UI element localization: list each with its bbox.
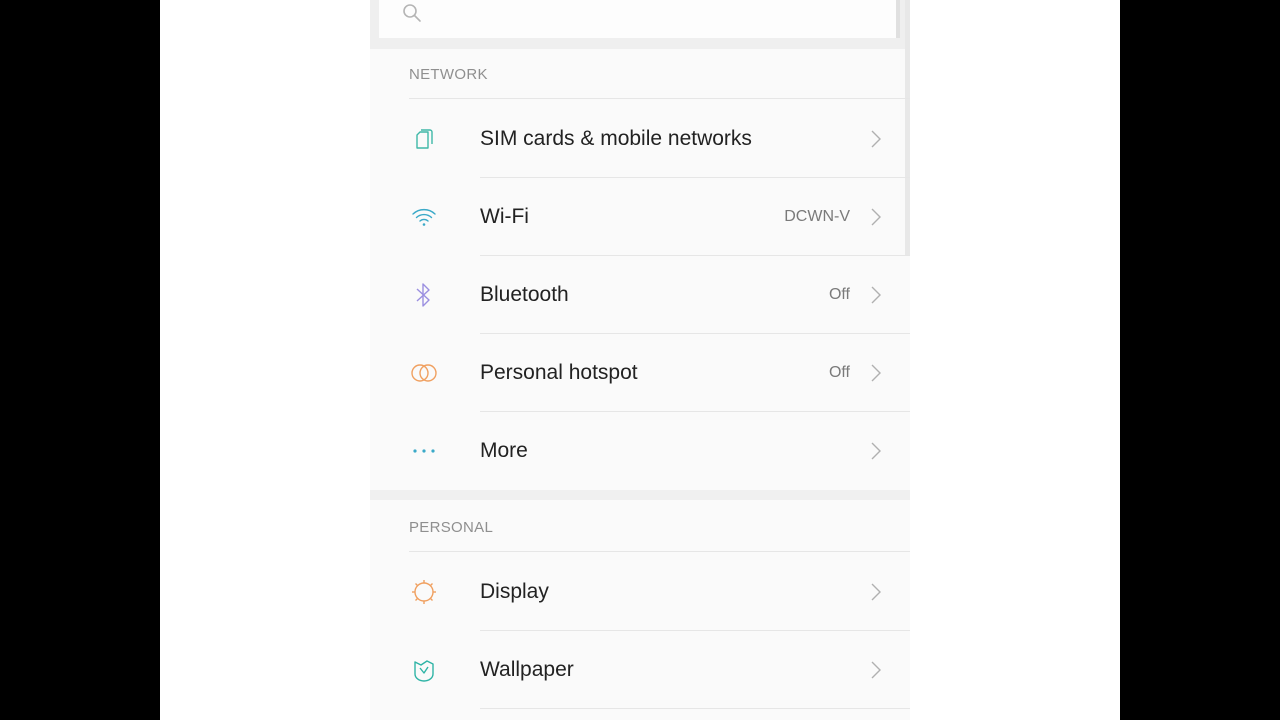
settings-item-sim-cards[interactable]: SIM cards & mobile networks: [370, 100, 910, 178]
settings-item-wallpaper[interactable]: Wallpaper: [370, 631, 910, 709]
section-divider: [409, 98, 910, 99]
item-label: Personal hotspot: [480, 361, 638, 384]
more-dots-icon: [410, 439, 438, 463]
chevron-right-icon: [871, 286, 881, 304]
wifi-icon: [410, 205, 438, 229]
wifi-network-name: DCWN-V: [784, 208, 850, 225]
item-label: Display: [480, 580, 549, 603]
settings-screen: NETWORK SIM cards & mobile networks Wi-F…: [370, 0, 910, 720]
chevron-right-icon: [871, 442, 881, 460]
bluetooth-status: Off: [828, 286, 850, 303]
chevron-right-icon: [871, 583, 881, 601]
section-divider: [409, 551, 910, 552]
item-label: Wi-Fi: [480, 205, 529, 228]
search-icon: [403, 4, 421, 22]
section-header-network: NETWORK: [409, 66, 488, 83]
item-label: SIM cards & mobile networks: [480, 127, 752, 150]
hotspot-status: Off: [828, 364, 850, 381]
settings-item-display[interactable]: Display: [370, 553, 910, 631]
row-divider: [480, 708, 910, 709]
hotspot-icon: [410, 361, 438, 385]
chevron-right-icon: [871, 364, 881, 382]
item-label: More: [480, 439, 528, 462]
settings-item-bluetooth[interactable]: Bluetooth Off: [370, 256, 910, 334]
display-icon: [410, 580, 438, 604]
section-separator: [370, 490, 910, 500]
sim-card-icon: [410, 127, 438, 151]
settings-item-personal-hotspot[interactable]: Personal hotspot Off: [370, 334, 910, 412]
search-input[interactable]: [379, 0, 900, 38]
search-area: [370, 0, 910, 49]
chevron-right-icon: [871, 130, 881, 148]
item-label: Bluetooth: [480, 283, 569, 306]
wallpaper-icon: [410, 658, 438, 682]
settings-item-more[interactable]: More: [370, 412, 910, 490]
bluetooth-icon: [410, 283, 438, 307]
section-header-personal: PERSONAL: [409, 519, 494, 536]
item-label: Wallpaper: [480, 658, 574, 681]
settings-item-wifi[interactable]: Wi-Fi DCWN-V: [370, 178, 910, 256]
chevron-right-icon: [871, 208, 881, 226]
chevron-right-icon: [871, 661, 881, 679]
